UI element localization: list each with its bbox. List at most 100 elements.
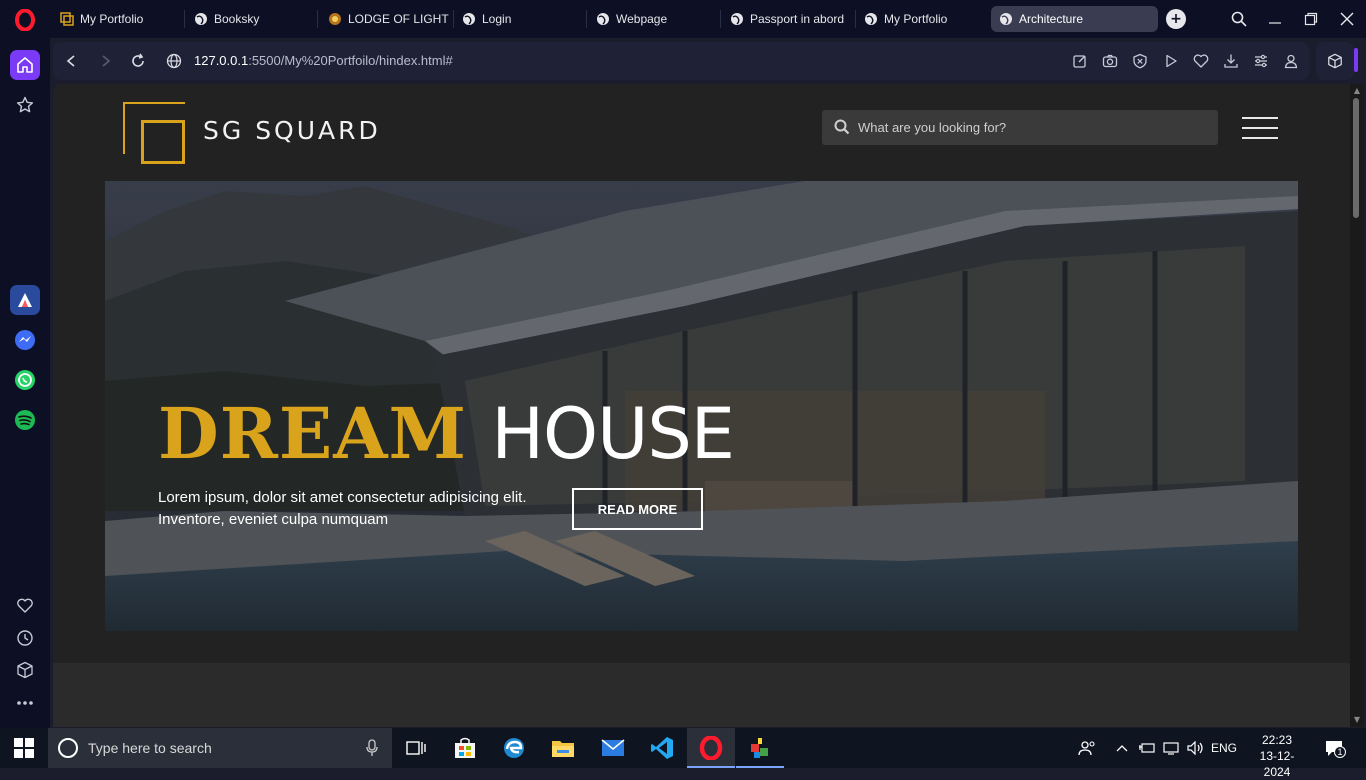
restore-icon[interactable] <box>1300 8 1322 30</box>
globe-icon <box>462 12 476 26</box>
tab-architecture[interactable]: Architecture <box>991 6 1158 32</box>
heart-icon[interactable] <box>10 591 40 621</box>
file-explorer-icon[interactable] <box>539 728 587 768</box>
clock-time: 22:23 <box>1261 733 1293 747</box>
tab-lodge-of-light[interactable]: LODGE OF LIGHT N <box>320 6 450 32</box>
edge-browser-icon[interactable] <box>490 728 538 768</box>
tab-title: Booksky <box>214 12 260 26</box>
edit-page-icon[interactable] <box>1070 51 1090 71</box>
url-host: 127.0.0.1 <box>194 53 249 68</box>
taskbar-clock[interactable]: 22:23 13-12-2024 <box>1250 732 1304 780</box>
close-icon[interactable] <box>1336 8 1358 30</box>
more-icon[interactable] <box>10 688 40 718</box>
tab-login[interactable]: Login <box>454 6 582 32</box>
search-icon <box>834 119 850 135</box>
hero-title-dream: DREAM <box>158 392 468 475</box>
sg-logo-icon <box>60 12 74 26</box>
url-text[interactable]: 127.0.0.1:5500/My%20Portfoilo/hindex.htm… <box>194 53 453 68</box>
tab-search-icon[interactable] <box>1228 8 1250 30</box>
tab-my-portfolio-2[interactable]: My Portfolio <box>856 6 984 32</box>
extensions-cube-button[interactable] <box>1316 42 1354 80</box>
network-icon[interactable] <box>1162 740 1182 756</box>
windows-taskbar: Type here to search ENG 22:23 13-12-2024… <box>0 728 1366 779</box>
opera-logo-icon[interactable] <box>13 9 37 31</box>
download-icon[interactable] <box>1221 51 1241 71</box>
taskbar-search-box[interactable]: Type here to search <box>48 728 392 768</box>
hero-title-house: HOUSE <box>491 393 735 475</box>
browser-sidebar <box>0 38 50 728</box>
forward-icon[interactable] <box>96 51 116 71</box>
globe-icon <box>999 12 1013 26</box>
scrollbar-thumb[interactable] <box>1353 98 1359 218</box>
reload-icon[interactable] <box>128 51 148 71</box>
scroll-up-arrow-icon[interactable]: ▲ <box>1352 87 1362 95</box>
hero-title: DREAM HOUSE <box>158 399 735 470</box>
vscode-icon[interactable] <box>638 728 686 768</box>
tab-webpage[interactable]: Webpage <box>588 6 716 32</box>
history-icon[interactable] <box>10 623 40 653</box>
tab-title: Passport in abord <box>750 12 845 26</box>
globe-icon <box>864 12 878 26</box>
colorful-app-icon[interactable] <box>736 728 784 768</box>
battery-icon[interactable] <box>1138 740 1156 756</box>
page-viewport: SG SQUARD What are you looking for? DREA… <box>53 84 1350 727</box>
hero-banner: DREAM HOUSE Lorem ipsum, dolor sit amet … <box>105 181 1298 631</box>
brand-logo-icon[interactable] <box>123 102 187 164</box>
tab-title: Architecture <box>1019 12 1084 26</box>
tab-booksky[interactable]: Booksky <box>186 6 314 32</box>
whatsapp-icon[interactable] <box>10 365 40 395</box>
aria-icon[interactable] <box>10 285 40 315</box>
camera-icon[interactable] <box>1100 51 1120 71</box>
tab-title: LODGE OF LIGHT N <box>348 12 450 26</box>
notification-count-badge: 1 <box>1334 746 1346 758</box>
page-scrollbar[interactable]: ▲ ▼ <box>1350 84 1364 727</box>
cortana-circle-icon <box>58 738 78 758</box>
lodge-emblem-icon <box>328 12 342 26</box>
profile-icon[interactable] <box>1281 51 1301 71</box>
globe-icon <box>194 12 208 26</box>
clock-date: 13-12-2024 <box>1259 749 1295 779</box>
extensions-cube-icon[interactable] <box>10 655 40 685</box>
play-icon[interactable] <box>1161 51 1181 71</box>
tab-title: My Portfolio <box>80 12 144 26</box>
tab-passport[interactable]: Passport in abord <box>722 6 852 32</box>
ad-blocker-shield-icon[interactable] <box>1130 51 1150 71</box>
globe-icon <box>730 12 744 26</box>
read-more-button[interactable]: READ MORE <box>572 488 703 530</box>
favorite-heart-icon[interactable] <box>1191 51 1211 71</box>
microsoft-store-icon[interactable] <box>441 728 489 768</box>
back-icon[interactable] <box>61 51 81 71</box>
new-tab-button[interactable]: + <box>1166 9 1186 29</box>
tab-my-portfolio-1[interactable]: My Portfolio <box>52 6 180 32</box>
spotify-icon[interactable] <box>10 405 40 435</box>
volume-icon[interactable] <box>1186 740 1206 756</box>
windows-start-icon[interactable] <box>14 738 34 758</box>
opera-taskbar-icon[interactable] <box>687 728 735 768</box>
address-bar: 127.0.0.1:5500/My%20Portfoilo/hindex.htm… <box>53 42 1309 80</box>
tray-chevron-up-icon[interactable] <box>1114 740 1130 756</box>
tab-title: Login <box>482 12 512 26</box>
notification-center-icon[interactable]: 1 <box>1322 740 1346 758</box>
hero-description: Lorem ipsum, dolor sit amet consectetur … <box>158 489 527 528</box>
minimize-icon[interactable] <box>1264 8 1286 30</box>
language-indicator[interactable]: ENG <box>1210 740 1238 756</box>
site-info-globe-icon[interactable] <box>164 51 184 71</box>
star-icon[interactable] <box>10 90 40 120</box>
site-search-box[interactable] <box>822 110 1218 145</box>
globe-icon <box>596 12 610 26</box>
people-icon[interactable] <box>1077 740 1097 756</box>
tab-title: My Portfolio <box>884 12 948 26</box>
mail-icon[interactable] <box>589 728 637 768</box>
easy-setup-icon[interactable] <box>1251 51 1271 71</box>
tab-strip: My Portfolio Booksky LODGE OF LIGHT N Lo… <box>0 0 1366 38</box>
site-search-input[interactable] <box>856 110 1206 145</box>
scroll-down-arrow-icon[interactable]: ▼ <box>1352 716 1362 724</box>
home-icon[interactable] <box>10 50 40 80</box>
menu-hamburger-icon[interactable] <box>1242 115 1280 141</box>
microphone-icon[interactable] <box>366 739 378 757</box>
messenger-icon[interactable] <box>10 325 40 355</box>
brand-name[interactable]: SG SQUARD <box>203 116 381 145</box>
taskbar-search-placeholder: Type here to search <box>88 740 212 756</box>
next-section <box>53 663 1350 727</box>
task-view-icon[interactable] <box>392 728 440 768</box>
